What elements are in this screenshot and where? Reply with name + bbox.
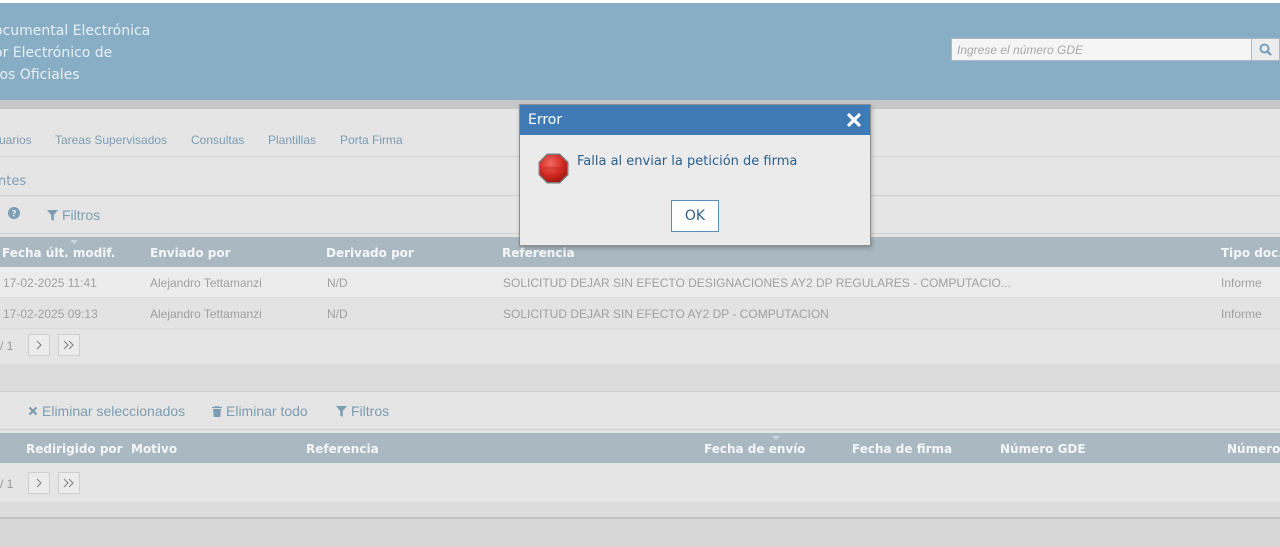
cell-enviado-por: Alejandro Tettamanzi	[150, 276, 262, 290]
app-title-line-2: or Electrónico de	[0, 45, 113, 61]
page-count: / 1	[0, 477, 14, 491]
filter-icon	[47, 209, 58, 221]
table-row[interactable]: 17-02-2025 11:41 Alejandro Tettamanzi N/…	[0, 267, 1280, 298]
sort-indicator-icon	[772, 436, 780, 440]
pagination: / 1	[0, 466, 1280, 502]
nav-item-tareas-supervisados[interactable]: Tareas Supervisados	[55, 133, 167, 147]
sort-indicator-icon	[70, 240, 78, 244]
filters-label: Filtros	[351, 403, 390, 419]
toolbar-divider	[0, 429, 1280, 430]
chevron-right-icon	[36, 340, 42, 350]
cell-referencia: SOLICITUD DEJAR SIN EFECTO AY2 DP - COMP…	[503, 307, 829, 321]
cell-fecha: 17-02-2025 11:41	[3, 276, 97, 290]
stop-icon	[537, 152, 570, 185]
filters-label: Filtros	[62, 207, 101, 223]
delete-all-button[interactable]: Eliminar todo	[212, 403, 308, 419]
app-title-line-1: ocumental Electrónica	[0, 23, 151, 39]
content-bottom-border	[0, 517, 1280, 519]
nav-item-plantillas[interactable]: Plantillas	[268, 133, 316, 147]
cell-derivado-por: N/D	[327, 307, 348, 321]
column-header-derivado-por[interactable]: Derivado por	[326, 246, 414, 260]
close-icon	[847, 113, 861, 127]
next-page-button[interactable]	[28, 472, 50, 494]
dialog-title: Error	[528, 112, 563, 128]
app-header: ocumental Electrónica or Electrónico de …	[0, 3, 1280, 100]
svg-text:?: ?	[11, 210, 16, 220]
search-icon	[1259, 43, 1272, 56]
cell-derivado-por: N/D	[327, 276, 348, 290]
last-page-button[interactable]	[58, 472, 80, 494]
column-header-numero-gde[interactable]: Número GDE	[1000, 442, 1086, 456]
app-title: ocumental Electrónica or Electrónico de …	[0, 20, 150, 86]
double-chevron-right-icon	[63, 340, 74, 350]
app-title-line-3: tos Oficiales	[0, 67, 80, 83]
section-spacer	[0, 364, 1280, 391]
nav-item-usuarios[interactable]: uarios	[0, 133, 32, 147]
cell-fecha: 17-02-2025 09:13	[3, 307, 98, 321]
cell-referencia: SOLICITUD DEJAR SIN EFECTO DESIGNACIONES…	[503, 276, 1011, 290]
page-count: / 1	[0, 339, 14, 353]
help-button[interactable]: ?	[8, 207, 20, 219]
cell-tipo-doc: Informe	[1221, 276, 1262, 290]
delete-all-label: Eliminar todo	[226, 403, 308, 419]
trash-icon	[212, 405, 222, 417]
filters-button[interactable]: Filtros	[47, 207, 100, 223]
column-header-fecha[interactable]: Fecha últ. modif.	[2, 246, 115, 260]
dialog-titlebar: Error	[520, 105, 870, 135]
ok-button[interactable]: OK	[671, 200, 719, 232]
filter-icon	[336, 405, 347, 417]
next-page-button[interactable]	[28, 334, 50, 356]
double-chevron-right-icon	[63, 478, 74, 488]
column-header-tipo-doc[interactable]: Tipo doc.	[1221, 246, 1280, 260]
last-page-button[interactable]	[58, 334, 80, 356]
column-header-motivo[interactable]: Motivo	[131, 442, 177, 456]
gde-search-input[interactable]	[951, 38, 1251, 61]
nav-item-consultas[interactable]: Consultas	[191, 133, 244, 147]
table-header: Redirigido por Motivo Referencia Fecha d…	[0, 433, 1280, 463]
table-row[interactable]: 17-02-2025 09:13 Alejandro Tettamanzi N/…	[0, 298, 1280, 329]
column-header-fecha-firma[interactable]: Fecha de firma	[852, 442, 952, 456]
times-icon	[28, 406, 38, 416]
column-header-referencia[interactable]: Referencia	[502, 246, 575, 260]
question-circle-icon: ?	[8, 207, 20, 219]
section-divider	[0, 391, 1280, 392]
delete-selected-label: Eliminar seleccionados	[42, 403, 186, 419]
column-header-redirigido-por[interactable]: Redirigido por	[26, 442, 123, 456]
gde-search	[951, 38, 1280, 61]
column-header-fecha-envio[interactable]: Fecha de envío	[704, 442, 806, 456]
pagination: / 1	[0, 328, 1280, 364]
column-header-referencia[interactable]: Referencia	[306, 442, 379, 456]
column-header-numero-e[interactable]: Número e	[1227, 442, 1280, 456]
section-title: ntes	[0, 174, 27, 189]
error-dialog: Error Falla al enviar la petición de fir…	[519, 104, 871, 246]
section-spacer	[0, 502, 1280, 517]
chevron-right-icon	[36, 478, 42, 488]
filters-button[interactable]: Filtros	[336, 403, 389, 419]
cell-tipo-doc: Informe	[1221, 307, 1262, 321]
cell-enviado-por: Alejandro Tettamanzi	[150, 307, 262, 321]
error-message: Falla al enviar la petición de firma	[577, 154, 798, 169]
column-header-enviado-por[interactable]: Enviado por	[150, 246, 231, 260]
search-button[interactable]	[1251, 38, 1280, 61]
delete-selected-button[interactable]: Eliminar seleccionados	[28, 403, 185, 419]
close-button[interactable]	[846, 112, 862, 128]
nav-item-porta-firma[interactable]: Porta Firma	[340, 133, 403, 147]
